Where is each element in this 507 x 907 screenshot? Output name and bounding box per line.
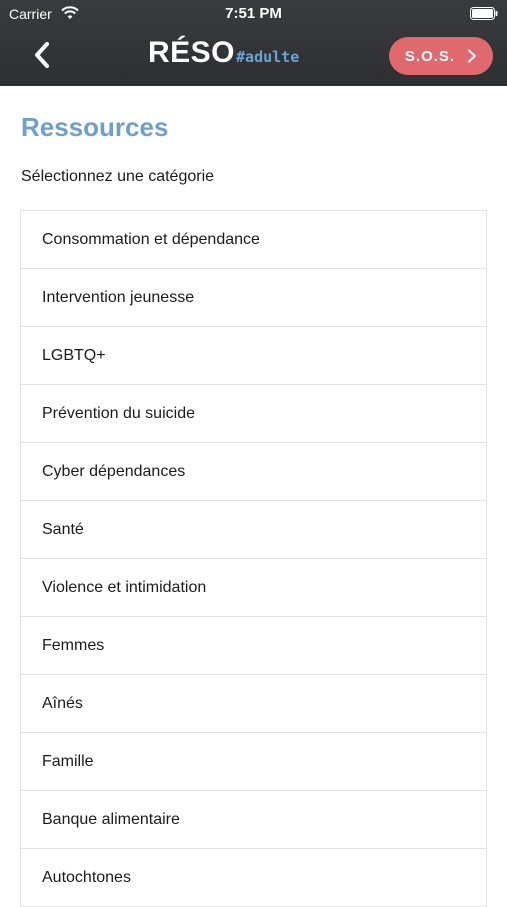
status-time: 7:51 PM [225, 5, 282, 22]
logo-tag-text: #adulte [236, 48, 300, 66]
page-title: Ressources [21, 112, 169, 142]
category-item[interactable]: Aînés [20, 675, 487, 733]
category-list: Consommation et dépendance Intervention … [20, 210, 487, 907]
app-logo: RÉSO#adulte [148, 36, 299, 72]
app-header: Carrier 7:51 PM RÉSO#adulte S.O.S. [0, 0, 507, 86]
category-item[interactable]: Femmes [20, 617, 487, 675]
back-button[interactable] [28, 38, 58, 72]
category-item[interactable]: Santé [20, 501, 487, 559]
chevron-right-icon [468, 49, 477, 63]
sos-button[interactable]: S.O.S. [389, 37, 493, 75]
status-bar: Carrier 7:51 PM [0, 0, 507, 28]
battery-icon [470, 7, 498, 20]
category-item[interactable]: Autochtones [20, 849, 487, 907]
category-item[interactable]: Intervention jeunesse [20, 269, 487, 327]
category-item[interactable]: Cyber dépendances [20, 443, 487, 501]
category-item[interactable]: Prévention du suicide [20, 385, 487, 443]
chevron-left-icon [35, 42, 49, 68]
category-item[interactable]: LGBTQ+ [20, 327, 487, 385]
sos-label: S.O.S. [404, 47, 456, 65]
category-item[interactable]: Consommation et dépendance [20, 211, 487, 269]
category-item[interactable]: Famille [20, 733, 487, 791]
category-item[interactable]: Violence et intimidation [20, 559, 487, 617]
page-subtitle: Sélectionnez une catégorie [21, 168, 215, 185]
logo-main-text: RÉSO [148, 36, 236, 69]
category-item[interactable]: Banque alimentaire [20, 791, 487, 849]
